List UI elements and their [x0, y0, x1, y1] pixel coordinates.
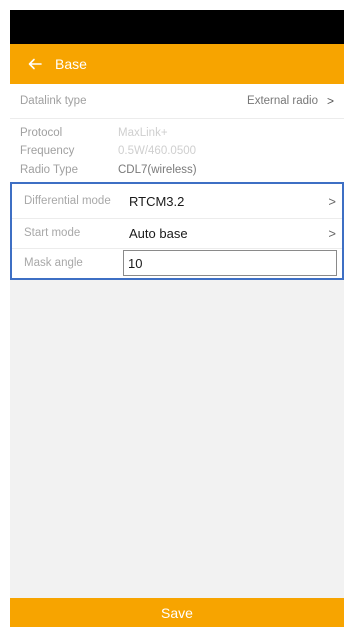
divider [12, 218, 342, 219]
app-bar: Base [10, 44, 344, 84]
datalink-type-label: Datalink type [20, 95, 87, 107]
datalink-type-row[interactable]: Datalink type External radio > [10, 84, 344, 118]
protocol-label: Protocol [20, 127, 63, 139]
divider [12, 248, 342, 249]
radio-type-label: Radio Type [20, 164, 78, 176]
protocol-value: MaxLink+ [118, 127, 168, 139]
protocol-row: Protocol MaxLink+ [10, 125, 344, 141]
chevron-right-icon: > [326, 94, 334, 108]
chevron-right-icon: > [328, 193, 336, 209]
frequency-row: Frequency 0.5W/460.0500 [10, 143, 344, 159]
mask-angle-input[interactable] [123, 250, 337, 276]
app-screen: Base Datalink type External radio > Prot… [10, 10, 344, 627]
divider [10, 118, 344, 119]
base-settings-section: Differential mode RTCM3.2 > Start mode A… [10, 182, 344, 280]
differential-mode-label: Differential mode [24, 195, 111, 207]
datalink-type-value: External radio [247, 95, 318, 107]
chevron-right-icon: > [328, 225, 336, 241]
start-mode-value: Auto base [129, 225, 188, 241]
differential-mode-value: RTCM3.2 [129, 193, 185, 209]
radio-type-row: Radio Type CDL7(wireless) [10, 162, 344, 178]
mask-angle-label: Mask angle [24, 257, 83, 269]
save-button[interactable]: Save [10, 598, 344, 627]
start-mode-label: Start mode [24, 227, 81, 239]
arrow-left-icon [28, 58, 42, 70]
radio-type-value: CDL7(wireless) [118, 164, 197, 176]
radio-info-section: Datalink type External radio > Protocol … [10, 84, 344, 182]
save-label: Save [161, 604, 193, 621]
start-mode-row[interactable]: Start mode Auto base > [12, 220, 344, 246]
page-title: Base [55, 56, 87, 72]
frequency-value: 0.5W/460.0500 [118, 145, 197, 157]
differential-mode-row[interactable]: Differential mode RTCM3.2 > [12, 188, 344, 214]
frequency-label: Frequency [20, 145, 75, 157]
status-bar [10, 10, 344, 44]
back-button[interactable] [15, 44, 55, 84]
